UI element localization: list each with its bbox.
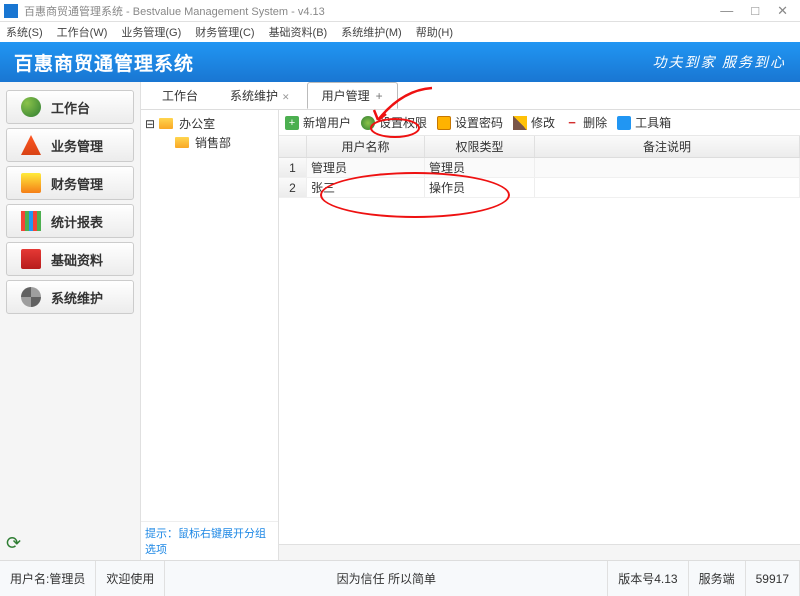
gear-icon [21,287,41,307]
sidebar-item-label: 系统维护 [51,288,103,307]
row-number: 1 [279,158,307,177]
tab-workbench[interactable]: 工作台 [147,82,213,109]
status-user: 用户名:管理员 [0,561,96,596]
status-server: 服务端 [689,561,746,596]
toolbox-icon [617,116,631,130]
app-logo-text: 百惠商贸通管理系统 [14,49,194,76]
house-icon [21,135,41,155]
user-grid: 用户名称 权限类型 备注说明 1 管理员 管理员 2 张三 操作员 [279,136,800,198]
close-icon[interactable]: ✕ [777,3,788,19]
status-motto: 因为信任 所以简单 [165,561,608,596]
col-header-role[interactable]: 权限类型 [425,136,535,157]
sidebar-item-label: 统计报表 [51,212,103,231]
toolbar-label: 新增用户 [303,114,351,131]
app-slogan: 功夫到家 服务到心 [653,52,787,72]
menu-help[interactable]: 帮助(H) [416,24,453,40]
tab-close-icon[interactable]: ✕ [282,92,290,102]
sidebar-finance[interactable]: 财务管理 [6,166,134,200]
folder-icon [21,173,41,193]
sidebar-workbench[interactable]: 工作台 [6,90,134,124]
delete-button[interactable]: −删除 [565,114,607,131]
book-icon [21,249,41,269]
tab-label: 用户管理 [322,89,370,103]
toolbar-label: 删除 [583,114,607,131]
cell-username: 管理员 [307,158,425,177]
tree-hint: 提示：鼠标右键展开分组选项 [141,521,278,560]
menu-workbench[interactable]: 工作台(W) [57,24,108,40]
cell-note [535,178,800,197]
window-title: 百惠商贸通管理系统 - Bestvalue Management System … [24,3,720,19]
menubar: 系统(S) 工作台(W) 业务管理(G) 财务管理(C) 基础资料(B) 系统维… [0,22,800,42]
tab-label: 系统维护 [230,89,278,103]
cell-username: 张三 [307,178,425,197]
toolbox-button[interactable]: 工具箱 [617,114,671,131]
check-circle-icon [21,97,41,117]
sidebar-basedata[interactable]: 基础资料 [6,242,134,276]
maximize-icon[interactable]: □ [751,3,759,19]
chart-icon [21,211,41,231]
tab-maintain[interactable]: 系统维护 ✕ [215,82,305,109]
cell-role: 操作员 [425,178,535,197]
menu-finance[interactable]: 财务管理(C) [195,24,254,40]
toolbar-label: 设置权限 [379,114,427,131]
toolbar-label: 工具箱 [635,114,671,131]
sidebar-item-label: 业务管理 [51,136,103,155]
folder-icon [175,137,189,148]
grid-corner [279,136,307,157]
banner: 百惠商贸通管理系统 功夫到家 服务到心 [0,42,800,82]
toolbar-label: 修改 [531,114,555,131]
permission-icon [361,116,375,130]
sidebar-maintain[interactable]: 系统维护 [6,280,134,314]
horizontal-scrollbar[interactable] [279,544,800,560]
tree-node-sales[interactable]: 销售部 [145,133,274,152]
lock-icon [437,116,451,130]
set-permission-button[interactable]: 设置权限 [361,114,427,131]
app-icon [4,4,18,18]
status-bar: 用户名:管理员 欢迎使用 因为信任 所以简单 版本号4.13 服务端 59917 [0,560,800,596]
status-welcome: 欢迎使用 [96,561,165,596]
menu-business[interactable]: 业务管理(G) [121,24,181,40]
sidebar: 工作台 业务管理 财务管理 统计报表 基础资料 系统维护 ⟳ [0,82,140,560]
col-header-note[interactable]: 备注说明 [535,136,800,157]
sidebar-business[interactable]: 业务管理 [6,128,134,162]
tree-node-label: 销售部 [195,134,231,151]
row-number: 2 [279,178,307,197]
plus-icon: + [285,116,299,130]
tab-user-manage[interactable]: 用户管理 + [307,82,398,109]
delete-icon: − [565,116,579,130]
pencil-icon [513,116,527,130]
status-version: 版本号4.13 [608,561,688,596]
edit-button[interactable]: 修改 [513,114,555,131]
status-port: 59917 [746,561,800,596]
col-header-username[interactable]: 用户名称 [307,136,425,157]
menu-system[interactable]: 系统(S) [6,24,43,40]
tab-label: 工作台 [162,89,198,103]
tree-node-office[interactable]: ⊟ 办公室 [145,114,274,133]
toolbar-label: 设置密码 [455,114,503,131]
folder-icon [159,118,173,129]
menu-maintain[interactable]: 系统维护(M) [341,24,402,40]
sidebar-item-label: 工作台 [51,98,90,117]
cell-role: 管理员 [425,158,535,177]
user-toolbar: + 新增用户 设置权限 设置密码 修改 −删除 工具箱 [279,110,800,136]
sidebar-report[interactable]: 统计报表 [6,204,134,238]
tab-bar: 工作台 系统维护 ✕ 用户管理 + [141,82,800,110]
table-row[interactable]: 1 管理员 管理员 [279,158,800,178]
sidebar-item-label: 基础资料 [51,250,103,269]
add-user-button[interactable]: + 新增用户 [285,114,351,131]
cell-note [535,158,800,177]
set-password-button[interactable]: 设置密码 [437,114,503,131]
tree-node-label: 办公室 [179,115,215,132]
menu-basedata[interactable]: 基础资料(B) [269,24,328,40]
sidebar-item-label: 财务管理 [51,174,103,193]
refresh-icon[interactable]: ⟳ [6,533,21,553]
table-row[interactable]: 2 张三 操作员 [279,178,800,198]
tab-add-icon[interactable]: + [376,89,383,103]
minimize-icon[interactable]: — [720,3,733,19]
collapse-toggle-icon[interactable]: ⊟ [145,117,155,131]
dept-tree: ⊟ 办公室 销售部 提示：鼠标右键展开分组选项 [141,110,279,560]
